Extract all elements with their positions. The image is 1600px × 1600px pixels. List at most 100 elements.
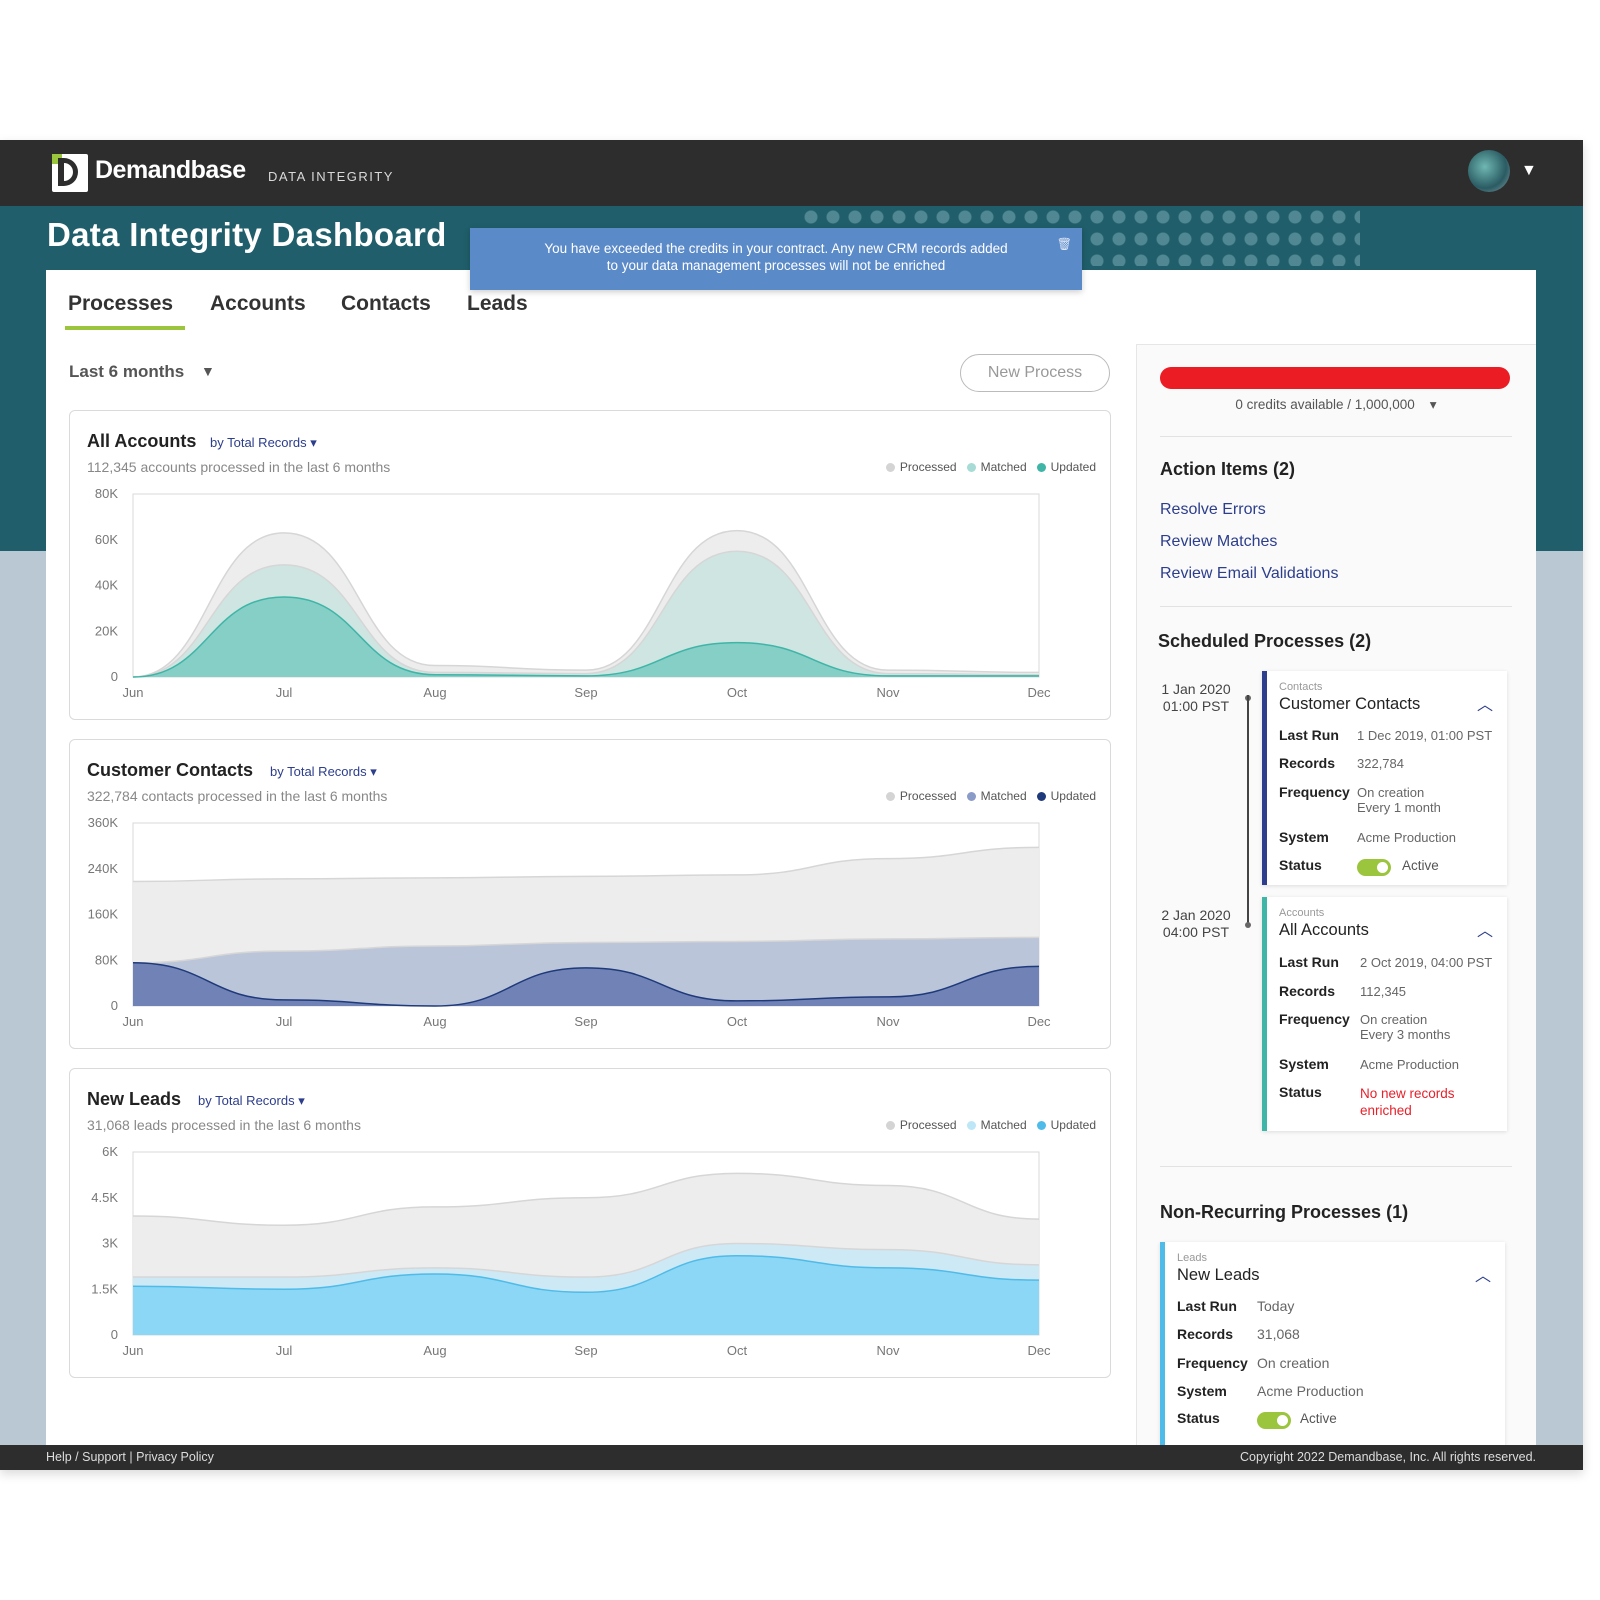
status-value: Active: [1300, 1411, 1337, 1426]
legend-dot: [885, 462, 895, 472]
chart-title: Customer Contacts: [87, 760, 254, 780]
status-line: enriched: [1360, 1103, 1412, 1118]
credits-dropdown[interactable]: 0 credits available / 1,000,000 ▾: [1137, 397, 1535, 413]
chevron-up-icon[interactable]: ︿: [1477, 917, 1493, 941]
avatar[interactable]: [1468, 150, 1510, 192]
y-tick-label: 360K: [88, 815, 119, 830]
chart-subtitle: 31,068 leads processed in the last 6 mon…: [87, 1117, 361, 1133]
x-tick-label: Oct: [727, 1014, 748, 1029]
new-process-button[interactable]: New Process: [960, 354, 1110, 392]
area-chart-all-accounts: 0 20K 40K 60K 80K Jun Jul Aug Sep Oct Nov Dec: [95, 486, 1051, 700]
y-tick-label: 0: [111, 1327, 118, 1342]
chevron-down-icon[interactable]: ▼: [1521, 162, 1537, 180]
chart-subtitle: 112,345 accounts processed in the last 6…: [87, 459, 391, 475]
x-tick-label: Jun: [123, 1014, 144, 1029]
x-tick-label: Nov: [876, 1343, 900, 1358]
copyright: Copyright 2022 Demandbase, Inc. All righ…: [1240, 1450, 1536, 1464]
y-tick-label: 160K: [88, 907, 119, 922]
chevron-down-icon[interactable]: ▼: [201, 363, 215, 379]
system-value: Acme Production: [1357, 830, 1456, 845]
x-tick-label: Sep: [574, 1343, 597, 1358]
credits-warning-toast: You have exceeded the credits in your co…: [470, 228, 1082, 290]
chart-card-new-leads: New Leads by Total Records ▾ 31,068 lead…: [69, 1068, 1111, 1378]
records-value: 112,345: [1360, 984, 1407, 999]
resolve-errors-link[interactable]: Resolve Errors: [1160, 501, 1266, 519]
timeline-line: [1247, 695, 1249, 925]
y-tick-label: 0: [111, 669, 118, 684]
process-card-new-leads[interactable]: Leads New Leads ︿ Last Run Today Records…: [1160, 1242, 1505, 1470]
x-tick-label: Dec: [1027, 1014, 1051, 1029]
legend-dot: [966, 462, 976, 472]
credits-progress-bar: [1160, 367, 1510, 389]
records-label: Records: [1279, 755, 1336, 771]
series-area-updated: [133, 596, 1039, 677]
chart-legend: Processed Matched Updated: [885, 789, 1096, 803]
legend-label: Processed: [899, 460, 957, 474]
schedule-date-time: 04:00 PST: [1162, 924, 1230, 940]
footer-links[interactable]: Help / Support | Privacy Policy: [46, 1450, 214, 1464]
page-title: Data Integrity Dashboard: [47, 216, 447, 253]
status-toggle[interactable]: [1257, 1412, 1291, 1429]
tab-contacts[interactable]: Contacts: [341, 292, 431, 316]
chart-card-all-accounts: All Accounts by Total Records ▾ 112,345 …: [69, 410, 1111, 720]
x-tick-label: Dec: [1027, 1343, 1051, 1358]
legend-label: Matched: [980, 789, 1027, 803]
process-card-all-accounts[interactable]: Accounts All Accounts ︿ Last Run 2 Oct 2…: [1262, 897, 1507, 1131]
y-tick-label: 40K: [95, 578, 118, 593]
schedule-date-day: 2 Jan 2020: [1161, 907, 1231, 923]
frequency-label: Frequency: [1279, 1011, 1350, 1027]
x-tick-label: Aug: [423, 1014, 446, 1029]
legend-label: Updated: [1050, 789, 1096, 803]
area-chart-new-leads: 0 1.5K 3K 4.5K 6K Jun Jul Aug Sep Oct Nov Dec: [91, 1144, 1051, 1358]
legend-dot: [885, 791, 895, 801]
x-tick-label: Sep: [574, 685, 597, 700]
tab-accounts[interactable]: Accounts: [210, 292, 306, 316]
status-line: No new records: [1360, 1086, 1455, 1101]
review-matches-link[interactable]: Review Matches: [1160, 533, 1277, 551]
date-range-select[interactable]: Last 6 months: [69, 362, 184, 382]
last-run-value: 1 Dec 2019, 01:00 PST: [1357, 728, 1493, 743]
demandbase-logo-icon[interactable]: [52, 154, 88, 192]
x-tick-label: Oct: [727, 1343, 748, 1358]
process-card-customer-contacts[interactable]: Contacts Customer Contacts ︿ Last Run 1 …: [1262, 671, 1507, 885]
legend-dot: [1036, 1120, 1046, 1130]
system-label: System: [1279, 829, 1329, 845]
status-value: No new records enriched: [1360, 1085, 1455, 1119]
y-tick-label: 1.5K: [91, 1281, 118, 1296]
legend-dot: [966, 791, 976, 801]
chart-legend: Processed Matched Updated: [885, 1118, 1096, 1132]
frequency-line: Every 1 month: [1357, 800, 1441, 815]
x-tick-label: Jul: [276, 1014, 293, 1029]
toast-message-line2: to your data management processes will n…: [606, 258, 946, 273]
process-name: All Accounts: [1279, 921, 1369, 939]
system-label: System: [1177, 1383, 1227, 1399]
x-tick-label: Dec: [1027, 685, 1051, 700]
tab-leads[interactable]: Leads: [467, 292, 528, 316]
metric-select[interactable]: by Total Records ▾: [210, 435, 317, 451]
chart-subtitle: 322,784 contacts processed in the last 6…: [87, 788, 388, 804]
frequency-line: On creation: [1360, 1012, 1428, 1027]
chart-legend: Processed Matched Updated: [885, 460, 1096, 474]
divider: [1160, 1166, 1512, 1167]
active-tab-indicator: [65, 326, 185, 330]
metric-select-label: by Total Records: [210, 435, 307, 450]
brand-name[interactable]: Demandbase: [95, 156, 246, 185]
y-tick-label: 80K: [95, 952, 118, 967]
scheduled-processes-heading: Scheduled Processes (2): [1158, 631, 1372, 651]
last-run-label: Last Run: [1279, 954, 1339, 970]
legend-label: Processed: [899, 789, 957, 803]
status-toggle[interactable]: [1357, 859, 1391, 876]
trash-icon[interactable]: 🗑: [1057, 236, 1072, 253]
schedule-date-time: 01:00 PST: [1162, 698, 1230, 714]
legend-dot: [1036, 791, 1046, 801]
system-value: Acme Production: [1257, 1383, 1364, 1399]
system-value: Acme Production: [1360, 1057, 1459, 1072]
x-tick-label: Aug: [423, 685, 446, 700]
metric-select[interactable]: by Total Records ▾: [198, 1093, 305, 1109]
chevron-up-icon[interactable]: ︿: [1477, 691, 1493, 715]
review-email-validations-link[interactable]: Review Email Validations: [1160, 565, 1338, 583]
y-tick-label: 3K: [102, 1236, 118, 1251]
chevron-up-icon[interactable]: ︿: [1475, 1262, 1491, 1286]
tab-processes[interactable]: Processes: [68, 292, 173, 316]
metric-select[interactable]: by Total Records ▾: [270, 764, 377, 780]
